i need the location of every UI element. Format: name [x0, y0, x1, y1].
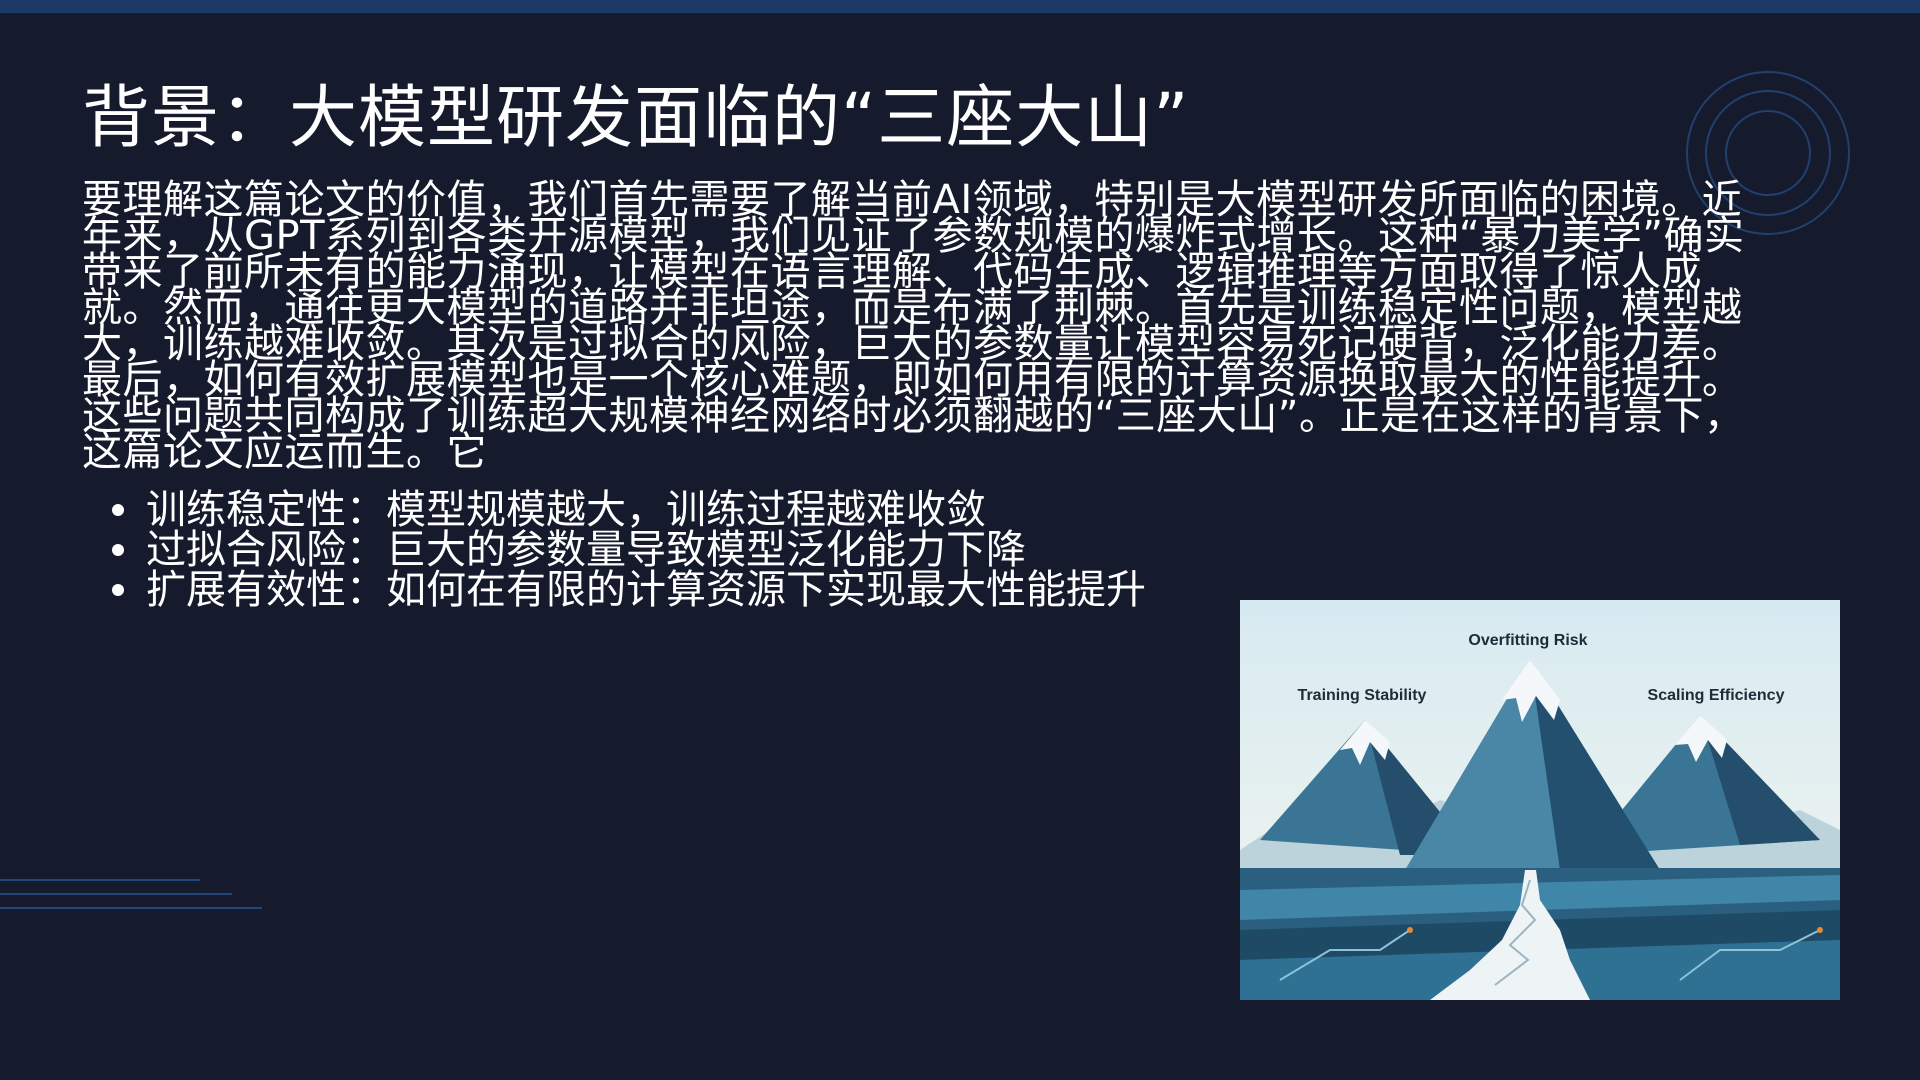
top-accent-bar — [0, 0, 1920, 13]
label-scaling-efficiency: Scaling Efficiency — [1648, 687, 1785, 704]
bullet-icon — [112, 544, 124, 556]
bullet-icon — [112, 584, 124, 596]
slide-title: 背景：大模型研发面临的“三座大山” — [82, 79, 1190, 158]
challenge-list: 训练稳定性：模型规模越大，训练过程越难收敛 过拟合风险：巨大的参数量导致模型泛化… — [112, 490, 1146, 610]
three-mountains-illustration: Overfitting Risk Training Stability Scal… — [1240, 600, 1840, 1000]
bullet-text: 训练稳定性：模型规模越大，训练过程越难收敛 — [146, 487, 986, 533]
label-training-stability: Training Stability — [1298, 687, 1427, 704]
bullet-item-overfitting-risk: 过拟合风险：巨大的参数量导致模型泛化能力下降 — [112, 530, 1146, 570]
bullet-text: 扩展有效性：如何在有限的计算资源下实现最大性能提升 — [146, 567, 1146, 613]
decorative-lines — [0, 879, 262, 909]
bullet-item-training-stability: 训练稳定性：模型规模越大，训练过程越难收敛 — [112, 490, 1146, 530]
bullet-text: 过拟合风险：巨大的参数量导致模型泛化能力下降 — [146, 527, 1026, 573]
label-overfitting-risk: Overfitting Risk — [1468, 632, 1587, 649]
intro-paragraph: 要理解这篇论文的价值，我们首先需要了解当前AI领域，特别是大模型研发所面临的困境… — [82, 177, 1745, 475]
bullet-icon — [112, 504, 124, 516]
bullet-item-scaling-efficiency: 扩展有效性：如何在有限的计算资源下实现最大性能提升 — [112, 570, 1146, 610]
